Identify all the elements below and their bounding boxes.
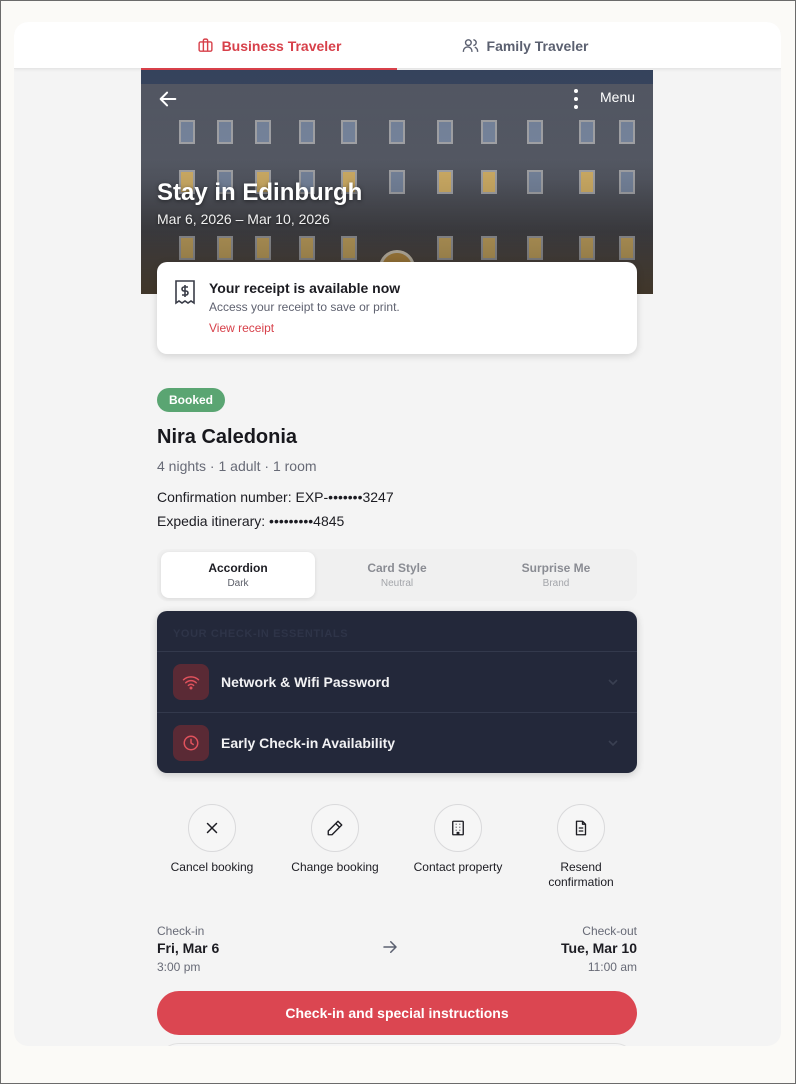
view-receipt-link[interactable]: View receipt xyxy=(209,321,274,335)
style-sub: Neutral xyxy=(380,578,414,589)
booking-app: Business Traveler Family Traveler Menu S… xyxy=(14,22,781,1046)
wifi-icon xyxy=(173,664,209,700)
back-arrow-icon[interactable] xyxy=(157,88,179,110)
menu-button[interactable]: Menu xyxy=(600,89,635,105)
building-icon xyxy=(452,820,464,836)
style-switcher: Accordion Dark Card Style Neutral Surpri… xyxy=(157,549,637,601)
contact-property-button[interactable]: Contact property xyxy=(403,804,513,875)
confirmation-number: Confirmation number: EXP-•••••••3247 xyxy=(157,489,394,505)
action-label: Resend confirmation xyxy=(548,860,614,889)
hero-dates: Mar 6, 2026 – Mar 10, 2026 xyxy=(157,211,330,227)
style-option-accordion[interactable]: Accordion Dark xyxy=(161,552,315,598)
accordion-label: Early Check-in Availability xyxy=(221,735,396,751)
chevron-down-icon xyxy=(608,679,618,686)
more-vertical-icon[interactable] xyxy=(572,88,580,110)
arrow-right-icon xyxy=(383,941,397,953)
style-sub: Dark xyxy=(227,578,249,589)
accordion-heading: YOUR CHECK-IN ESSENTIALS xyxy=(173,628,349,640)
hero-title: Stay in Edinburgh xyxy=(157,179,363,206)
accordion-item-wifi[interactable]: Network & Wifi Password xyxy=(157,651,637,712)
checkin-essentials-accordion: YOUR CHECK-IN ESSENTIALS Network & Wifi … xyxy=(157,611,637,773)
tab-business-traveler[interactable]: Business Traveler xyxy=(141,22,397,70)
itinerary-number: Expedia itinerary: •••••••••4845 xyxy=(157,513,345,529)
style-name: Accordion xyxy=(208,561,268,575)
tab-label: Business Traveler xyxy=(221,37,342,54)
receipt-subtitle: Access your receipt to save or print. xyxy=(209,300,400,314)
cancel-booking-button[interactable]: Cancel booking xyxy=(157,804,267,875)
stay-summary: 4 nights · 1 adult · 1 room xyxy=(157,458,317,474)
checkin-date: Fri, Mar 6 xyxy=(157,940,220,956)
action-label: Contact property xyxy=(413,860,503,874)
secondary-button[interactable] xyxy=(157,1043,637,1046)
checkin-time: 3:00 pm xyxy=(157,960,201,974)
document-icon xyxy=(575,820,587,836)
checkout-date: Tue, Mar 10 xyxy=(561,940,637,956)
checkin-instructions-button[interactable]: Check-in and special instructions xyxy=(157,991,637,1035)
style-option-card[interactable]: Card Style Neutral xyxy=(320,552,474,598)
hotel-name: Nira Caledonia xyxy=(157,426,298,448)
change-booking-button[interactable]: Change booking xyxy=(280,804,390,875)
style-option-surprise[interactable]: Surprise Me Brand xyxy=(479,552,633,598)
tab-family-traveler[interactable]: Family Traveler xyxy=(397,22,653,69)
style-name: Surprise Me xyxy=(521,561,591,575)
clock-icon xyxy=(173,725,209,761)
close-icon xyxy=(206,822,218,834)
receipt-card: Your receipt is available now Access you… xyxy=(157,262,637,354)
checkin-label: Check-in xyxy=(157,924,205,938)
status-badge: Booked xyxy=(157,388,226,412)
receipt-icon xyxy=(175,280,195,305)
users-icon xyxy=(462,39,478,52)
tab-label: Family Traveler xyxy=(486,37,589,54)
hero-image: Menu Stay in Edinburgh Mar 6, 2026 – Mar… xyxy=(141,70,653,294)
style-name: Card Style xyxy=(367,561,427,575)
action-label: Change booking xyxy=(291,860,379,874)
style-sub: Brand xyxy=(542,578,570,589)
accordion-item-early-checkin[interactable]: Early Check-in Availability xyxy=(157,712,637,773)
checkout-time: 11:00 am xyxy=(587,960,637,974)
receipt-title: Your receipt is available now xyxy=(209,280,401,296)
pencil-icon xyxy=(327,820,343,836)
traveler-tabs: Business Traveler Family Traveler xyxy=(14,22,781,70)
accordion-label: Network & Wifi Password xyxy=(221,674,390,690)
chevron-down-icon xyxy=(608,740,618,747)
resend-confirmation-button[interactable]: Resend confirmation xyxy=(526,804,636,890)
checkout-label: Check-out xyxy=(582,924,637,938)
briefcase-icon xyxy=(197,38,213,52)
action-label: Cancel booking xyxy=(170,860,254,874)
